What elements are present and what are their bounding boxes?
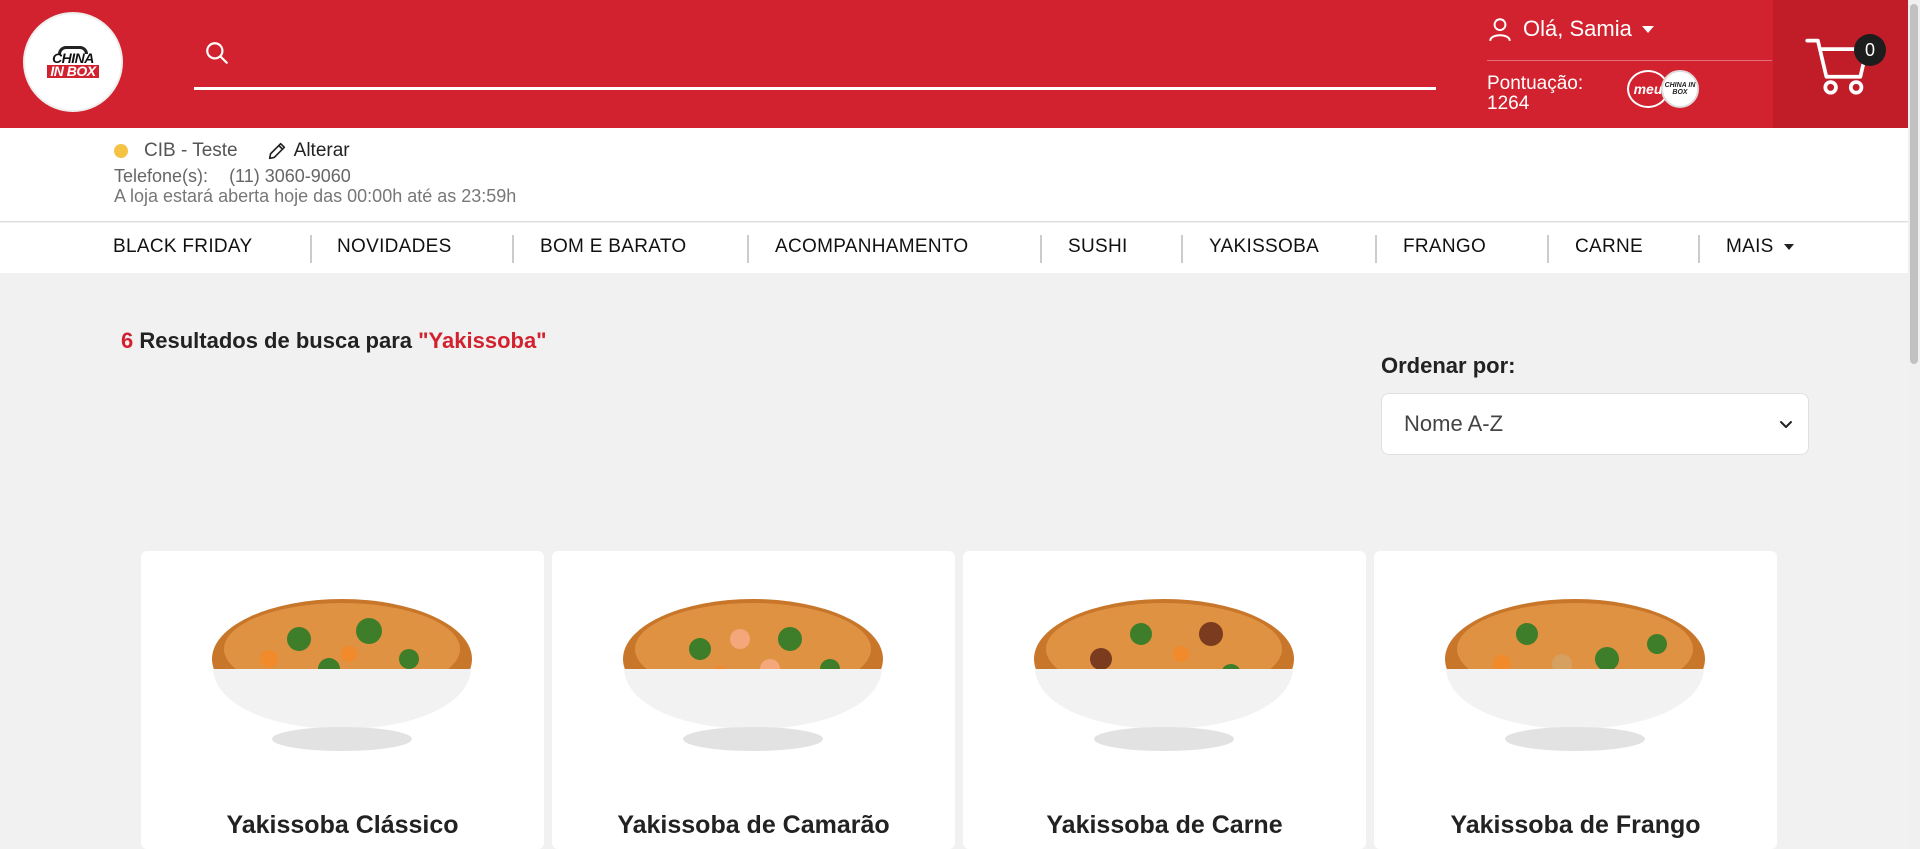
user-icon (1489, 18, 1511, 42)
search-input[interactable] (244, 38, 1424, 74)
product-name: Yakissoba Clássico (226, 811, 459, 839)
chevron-down-icon (1780, 421, 1792, 428)
results-text: Resultados de busca para (133, 328, 419, 353)
yakissoba-bowl-image (1034, 599, 1294, 751)
store-info-bar: CIB - Teste Alterar Telefone(s): (11) 30… (0, 128, 1908, 222)
product-card[interactable]: Yakissoba de Carne (963, 551, 1366, 849)
points-value: 1264 (1487, 93, 1530, 114)
nav-item-black-friday[interactable]: BLACK FRIDAY (113, 236, 252, 258)
chevron-down-icon (1783, 244, 1794, 250)
nav-item-carne[interactable]: CARNE (1575, 236, 1643, 258)
nav-more-label: MAIS (1726, 236, 1774, 257)
nav-separator (310, 235, 312, 263)
store-hours: A loja estará aberta hoje das 00:00h até… (114, 186, 517, 206)
nav-separator (1040, 235, 1042, 263)
page-scrollbar[interactable] (1908, 0, 1920, 849)
nav-item-more[interactable]: MAIS (1726, 236, 1794, 258)
cart-count-badge: 0 (1854, 34, 1886, 66)
user-menu[interactable]: Olá, Samia (1487, 14, 1772, 44)
nav-item-sushi[interactable]: SUSHI (1068, 236, 1128, 258)
product-card[interactable]: Yakissoba de Frango (1374, 551, 1777, 849)
yakissoba-bowl-image (212, 599, 472, 751)
user-divider (1487, 60, 1772, 61)
yakissoba-bowl-image (623, 599, 883, 751)
china-in-box-logo[interactable]: CHINA IN BOX (23, 12, 123, 112)
change-store-label: Alterar (293, 140, 350, 161)
nav-item-yakissoba[interactable]: YAKISSOBA (1209, 236, 1319, 258)
nav-item-frango[interactable]: FRANGO (1403, 236, 1486, 258)
nav-separator (1547, 235, 1549, 263)
results-count: 6 (121, 328, 134, 353)
nav-separator (1698, 235, 1700, 263)
header: CHINA IN BOX Olá, Samia Pontuação: 1264 … (0, 0, 1908, 128)
store-line: CIB - Teste Alterar (114, 140, 350, 162)
logo-text: CHINA IN BOX (47, 51, 99, 78)
nav-separator (1375, 235, 1377, 263)
nav-separator (747, 235, 749, 263)
nav-item-novidades[interactable]: NOVIDADES (337, 236, 452, 258)
product-name: Yakissoba de Carne (1046, 811, 1283, 839)
sort-selected-value: Nome A-Z (1404, 411, 1504, 436)
store-name: CIB - Teste (144, 140, 238, 161)
sort-label: Ordenar por: (1381, 353, 1516, 378)
logo-line2: IN BOX (47, 64, 99, 78)
change-store-button[interactable]: Alterar (266, 140, 350, 162)
user-block: Olá, Samia Pontuação: 1264 meu CHINA IN … (1487, 14, 1772, 114)
points-label: Pontuação: (1487, 73, 1584, 94)
scrollbar-thumb[interactable] (1910, 4, 1918, 364)
search-icon[interactable] (204, 40, 230, 66)
product-name: Yakissoba de Camarão (617, 811, 890, 839)
cart-button[interactable]: 0 (1773, 0, 1908, 128)
logo-box: CHINA IN BOX (42, 46, 104, 78)
product-name: Yakissoba de Frango (1450, 811, 1701, 839)
yakissoba-bowl-image (1445, 599, 1705, 751)
category-nav: BLACK FRIDAY NOVIDADES BOM E BARATO ACOM… (0, 223, 1908, 273)
product-card[interactable]: Yakissoba Clássico (141, 551, 544, 849)
nav-separator (512, 235, 514, 263)
store-phone: Telefone(s): (11) 3060-9060 (114, 166, 351, 187)
points: Pontuação: 1264 (1487, 74, 1583, 114)
nav-item-acompanhamento[interactable]: ACOMPANHAMENTO (775, 236, 969, 258)
results-heading: 6 Resultados de busca para "Yakissoba" (121, 328, 547, 354)
nav-item-bom-e-barato[interactable]: BOM E BARATO (540, 236, 686, 258)
meu-china-badge[interactable]: meu CHINA IN BOX (1627, 68, 1707, 112)
nav-separator (1181, 235, 1183, 263)
pencil-icon (268, 142, 285, 160)
phone-label: Telefone(s): (114, 166, 209, 186)
search-bar (194, 30, 1436, 90)
phone-number: (11) 3060-9060 (229, 166, 351, 186)
product-card[interactable]: Yakissoba de Camarão (552, 551, 955, 849)
store-status-dot (114, 144, 128, 158)
results-term: "Yakissoba" (418, 328, 547, 353)
sort-select[interactable]: Nome A-Z (1381, 393, 1809, 455)
chevron-down-icon (1641, 25, 1654, 33)
user-greeting: Olá, Samia (1523, 16, 1632, 41)
china-badge-text: CHINA IN BOX (1661, 70, 1699, 108)
